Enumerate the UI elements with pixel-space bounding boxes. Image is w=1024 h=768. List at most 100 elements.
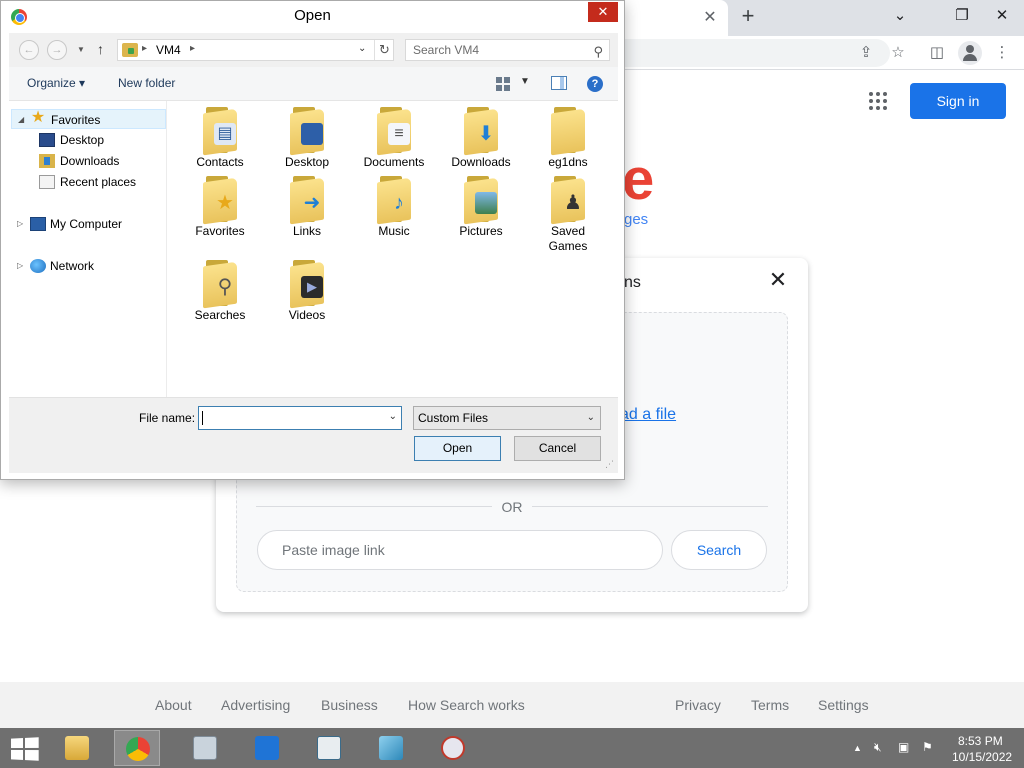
cancel-button[interactable]: Cancel	[514, 436, 601, 461]
file-explorer-icon[interactable]	[54, 730, 100, 766]
omnibox[interactable]	[600, 39, 890, 67]
folder-item[interactable]: Desktop	[267, 107, 347, 170]
chevron-right-icon[interactable]: ▸	[142, 43, 147, 54]
file-list: ▤ Contacts Desktop ≡ Documents ⬇ Downloa…	[168, 101, 618, 397]
address-location[interactable]: VM4	[156, 43, 181, 57]
music-folder-icon: ♪	[374, 176, 414, 225]
recent-locations-icon[interactable]: ▼	[77, 45, 85, 54]
lens-search-button[interactable]: Search	[671, 530, 767, 570]
dialog-title: Open	[294, 7, 331, 24]
folder-item[interactable]: ≡ Documents	[354, 107, 434, 170]
folder-item[interactable]: eg1dns	[528, 107, 608, 170]
open-button[interactable]: Open	[414, 436, 501, 461]
clock-time[interactable]: 8:53 PM	[958, 734, 1003, 748]
paint-icon[interactable]	[368, 730, 414, 766]
tree-label: Downloads	[60, 154, 120, 168]
dialog-close-button[interactable]: ✕	[588, 2, 618, 22]
folder-item[interactable]: ➜ Links	[267, 176, 347, 239]
folder-label: Desktop	[284, 155, 330, 169]
help-icon[interactable]: ?	[587, 76, 603, 92]
footer-link-advertising[interactable]: Advertising	[221, 697, 290, 713]
tree-item-favorites[interactable]: ◢ ★ Favorites	[11, 109, 166, 129]
profile-icon[interactable]	[958, 41, 982, 65]
expand-icon[interactable]: ▷	[17, 214, 23, 234]
chevron-down-icon[interactable]: ⌄	[358, 43, 366, 54]
chevron-down-icon[interactable]: ⌄	[389, 411, 397, 422]
folder-item[interactable]: ★ Favorites	[180, 176, 260, 239]
preview-pane-icon[interactable]	[551, 76, 567, 90]
sidebar-icon[interactable]: ◫	[926, 42, 948, 64]
snipping-tool-icon[interactable]	[430, 730, 476, 766]
footer-link-about[interactable]: About	[155, 697, 192, 713]
folder-label: Videos	[288, 308, 326, 322]
folder-label: Contacts	[196, 155, 244, 169]
folder-item[interactable]: ▶ Videos	[267, 260, 347, 323]
tray-overflow-icon[interactable]: ▲	[853, 743, 862, 753]
tab-search-icon[interactable]: ⌄	[880, 0, 920, 32]
footer-link-how-search-works[interactable]: How Search works	[408, 697, 525, 713]
folder-item[interactable]: ♪ Music	[354, 176, 434, 239]
network-icon[interactable]: ▣	[898, 740, 909, 754]
star-icon[interactable]: ☆	[887, 42, 909, 64]
recent-places-icon	[39, 175, 55, 189]
footer-link-settings[interactable]: Settings	[818, 697, 869, 713]
clock-date[interactable]: 10/15/2022	[952, 750, 1012, 764]
network-icon	[30, 259, 46, 273]
new-folder-button[interactable]: New folder	[118, 76, 175, 90]
folder-item[interactable]: ♟ Saved Games	[528, 176, 608, 254]
forward-icon[interactable]: →	[47, 40, 67, 60]
remote-desktop-icon[interactable]	[244, 730, 290, 766]
file-name-input[interactable]: ⌄	[198, 406, 402, 430]
folder-label: Downloads	[451, 155, 511, 169]
chevron-right-icon[interactable]: ▸	[190, 43, 195, 54]
tab-close-icon[interactable]: ✕	[700, 8, 720, 28]
google-apps-icon[interactable]	[869, 92, 887, 110]
sign-in-button[interactable]: Sign in	[910, 83, 1006, 119]
more-icon[interactable]: ⋮	[991, 42, 1013, 64]
volume-muted-icon[interactable]: 🔇︎	[874, 740, 882, 755]
window-close-icon[interactable]: ✕	[982, 0, 1022, 32]
action-center-icon[interactable]: ⚑	[922, 740, 933, 754]
contacts-folder-icon: ▤	[200, 107, 240, 156]
folder-item[interactable]: ⚲ Searches	[180, 260, 260, 323]
star-icon: ★	[30, 109, 46, 126]
notepad-icon[interactable]	[306, 730, 352, 766]
footer-link-privacy[interactable]: Privacy	[675, 697, 721, 713]
start-button[interactable]	[11, 737, 39, 761]
new-tab-icon[interactable]: +	[736, 4, 760, 28]
address-bar[interactable]: ▸ VM4 ▸ ⌄ ↻	[117, 39, 394, 61]
folder-label: Saved Games	[548, 224, 588, 253]
view-chevron-down-icon[interactable]: ▼	[520, 76, 530, 87]
chrome-icon[interactable]	[114, 730, 160, 766]
lens-close-icon[interactable]: ✕	[768, 268, 788, 292]
paste-image-link-input[interactable]: Paste image link	[257, 530, 663, 570]
refresh-icon[interactable]: ↻	[374, 40, 394, 60]
footer-link-business[interactable]: Business	[321, 697, 378, 713]
resize-grip-icon[interactable]: ⋰	[605, 459, 614, 470]
downloads-folder-icon: ⬇	[461, 107, 501, 156]
expand-icon[interactable]: ◢	[18, 110, 24, 130]
share-icon[interactable]: ⇪	[855, 42, 877, 64]
folder-label: Pictures	[459, 224, 503, 238]
footer: About Advertising Business How Search wo…	[0, 682, 1024, 728]
search-icon: ⚲	[593, 44, 603, 59]
lens-title: ns	[624, 274, 641, 291]
folder-item[interactable]: ⬇ Downloads	[441, 107, 521, 170]
dialog-title-bar[interactable]: Open ✕	[1, 1, 624, 32]
footer-link-terms[interactable]: Terms	[751, 697, 789, 713]
upload-file-link[interactable]: ad a file	[620, 406, 676, 424]
restore-icon[interactable]: ❐	[942, 0, 982, 32]
folder-item[interactable]: ▤ Contacts	[180, 107, 260, 170]
view-icon[interactable]	[496, 77, 510, 91]
task-manager-icon[interactable]	[182, 730, 228, 766]
organize-button[interactable]: Organize ▾	[27, 76, 85, 90]
up-icon[interactable]: ↑	[97, 41, 104, 57]
expand-icon[interactable]: ▷	[17, 256, 23, 276]
tree-label: Network	[50, 259, 95, 273]
file-type-select[interactable]: Custom Files ⌄	[413, 406, 601, 430]
folder-item[interactable]: Pictures	[441, 176, 521, 239]
videos-folder-icon: ▶	[287, 260, 327, 309]
back-icon[interactable]: ←	[19, 40, 39, 60]
chevron-down-icon[interactable]: ⌄	[587, 407, 595, 429]
search-input[interactable]: Search VM4 ⚲	[405, 39, 610, 61]
